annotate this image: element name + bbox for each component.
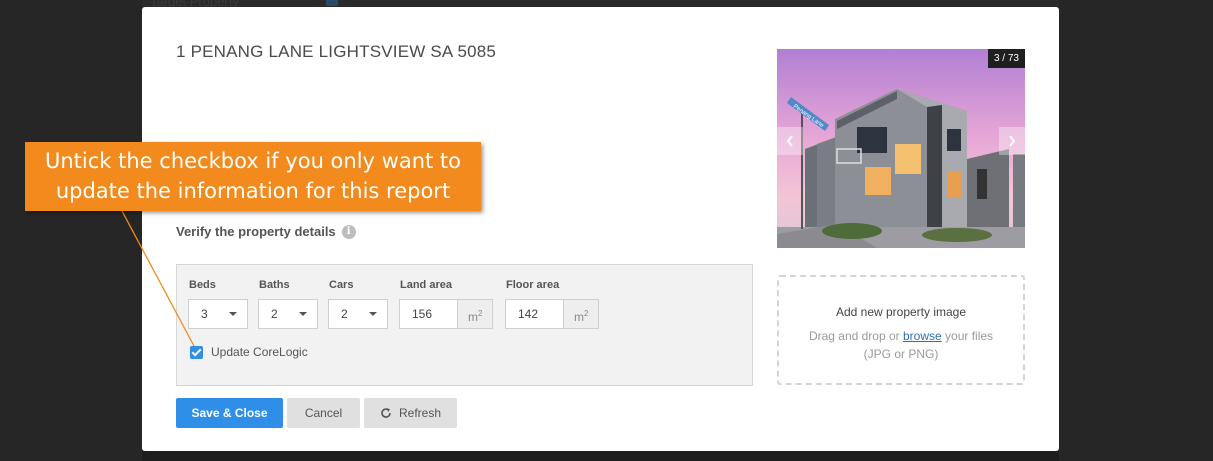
photo-counter: 3 / 73 bbox=[987, 49, 1025, 68]
cars-value: 2 bbox=[341, 307, 348, 321]
chevron-down-icon bbox=[229, 312, 237, 316]
house-photo-image: Penang Lane bbox=[777, 49, 1025, 248]
land-area-unit: m2 bbox=[457, 300, 492, 328]
chevron-right-icon bbox=[1009, 135, 1016, 147]
dropzone-title: Add new property image bbox=[835, 305, 967, 319]
verify-property-heading: Verify the property details i bbox=[176, 224, 356, 239]
chevron-left-icon bbox=[786, 135, 793, 147]
beds-value: 3 bbox=[201, 307, 208, 321]
background-bottom-strip bbox=[142, 451, 1059, 461]
background-checkbox bbox=[326, 0, 338, 6]
instruction-callout: Untick the checkbox if you only want to … bbox=[25, 142, 481, 211]
cars-label: Cars bbox=[329, 279, 354, 291]
baths-value: 2 bbox=[271, 307, 278, 321]
update-corelogic-checkbox[interactable] bbox=[190, 345, 203, 359]
floor-area-input[interactable]: 142 m2 bbox=[505, 299, 599, 329]
update-corelogic-label: Update CoreLogic bbox=[211, 345, 308, 359]
previous-photo-button[interactable] bbox=[777, 127, 803, 155]
property-photo[interactable]: Penang Lane 3 / 73 bbox=[777, 49, 1025, 248]
cancel-button[interactable]: Cancel bbox=[287, 398, 360, 428]
image-dropzone[interactable]: Add new property image Drag and drop or … bbox=[777, 275, 1025, 385]
save-close-button[interactable]: Save & Close bbox=[176, 398, 283, 428]
browse-link[interactable]: browse bbox=[903, 329, 942, 343]
refresh-label: Refresh bbox=[398, 406, 442, 420]
background-overlay-left bbox=[0, 0, 142, 461]
dropzone-text-prefix: Drag and drop or bbox=[808, 329, 903, 343]
land-area-label: Land area bbox=[400, 279, 452, 291]
floor-area-unit: m2 bbox=[563, 300, 598, 328]
refresh-button[interactable]: Refresh bbox=[364, 398, 457, 428]
property-address-title: 1 PENANG LANE LIGHTSVIEW SA 5085 bbox=[176, 42, 497, 61]
floor-area-label: Floor area bbox=[506, 279, 560, 291]
refresh-icon bbox=[381, 408, 391, 418]
floor-area-value[interactable]: 142 bbox=[506, 300, 563, 328]
property-details-panel: Beds 3 Baths 2 Cars 2 Land area 156 m2 F… bbox=[176, 264, 753, 386]
callout-line-1: Untick the checkbox if you only want to bbox=[45, 149, 461, 173]
verify-label: Verify the property details bbox=[176, 224, 336, 239]
baths-select[interactable]: 2 bbox=[258, 299, 318, 329]
dropzone-instructions: Drag and drop or browse your files (JPG … bbox=[779, 327, 1023, 363]
beds-select[interactable]: 3 bbox=[188, 299, 248, 329]
chevron-down-icon bbox=[369, 312, 377, 316]
callout-line-2: update the information for this report bbox=[55, 179, 451, 203]
dropzone-file-types: (JPG or PNG) bbox=[863, 347, 939, 361]
beds-label: Beds bbox=[189, 279, 216, 291]
land-area-input[interactable]: 156 m2 bbox=[399, 299, 493, 329]
background-overlay-right bbox=[1059, 0, 1213, 461]
cars-select[interactable]: 2 bbox=[328, 299, 388, 329]
info-icon[interactable]: i bbox=[341, 224, 356, 239]
chevron-down-icon bbox=[299, 312, 307, 316]
property-details-modal: 1 PENANG LANE LIGHTSVIEW SA 5085 Verify … bbox=[142, 7, 1059, 451]
baths-label: Baths bbox=[259, 279, 290, 291]
update-corelogic-row[interactable]: Update CoreLogic bbox=[190, 345, 308, 359]
next-photo-button[interactable] bbox=[999, 127, 1025, 155]
land-area-value[interactable]: 156 bbox=[400, 300, 457, 328]
dropzone-text-suffix: your files bbox=[941, 329, 994, 343]
